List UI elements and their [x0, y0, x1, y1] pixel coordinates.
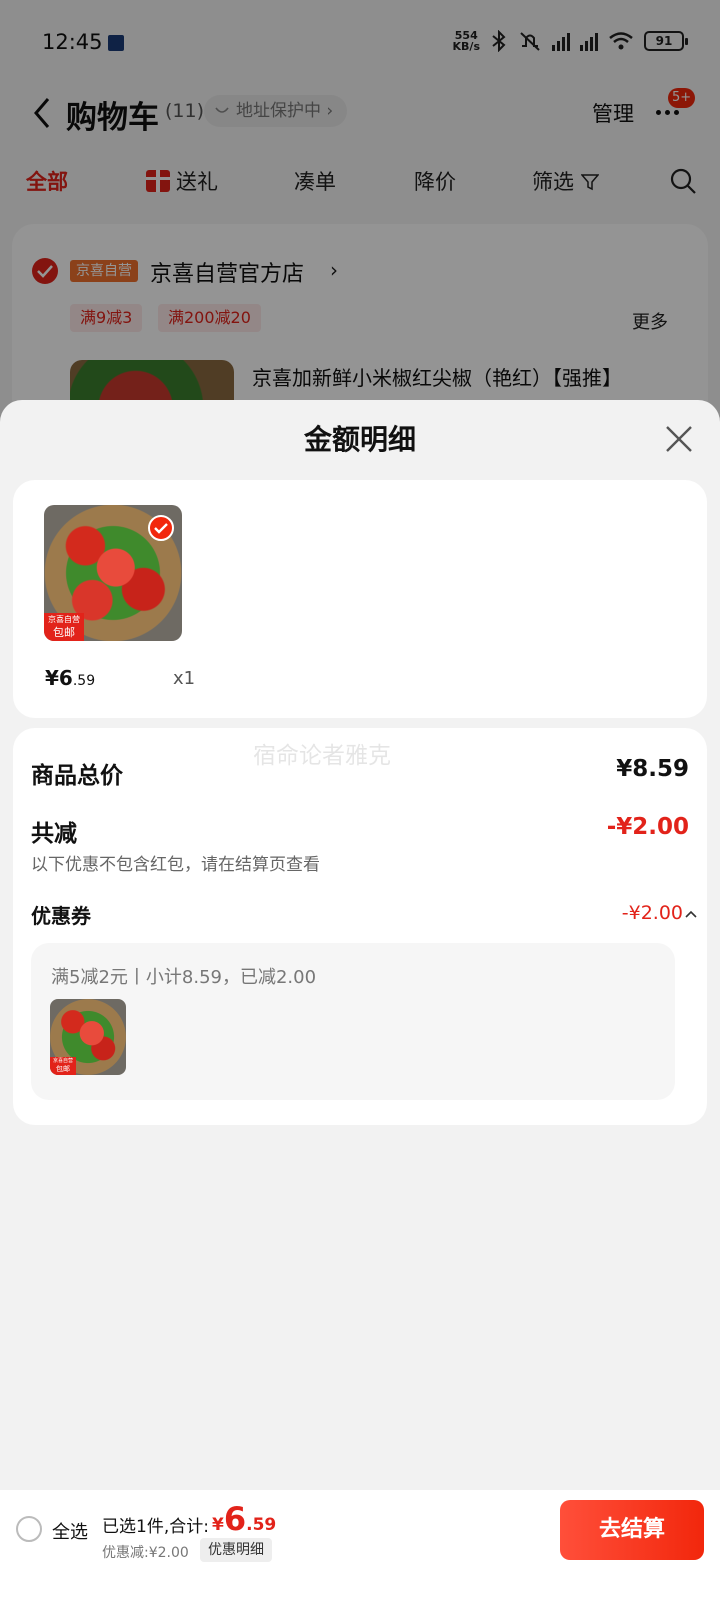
reduction-note: 以下优惠不包含红包，请在结算页查看: [31, 855, 320, 875]
total-int: 6: [223, 1500, 247, 1538]
coupon-item-thumbnail: 京喜自营 包邮: [50, 999, 126, 1075]
coupon-value[interactable]: -¥2.00: [622, 902, 683, 924]
coupon-description: 满5减2元丨小计8.59，已减2.00: [51, 967, 317, 988]
close-icon[interactable]: [664, 424, 694, 454]
item-quantity: x1: [173, 668, 196, 689]
select-all-checkbox[interactable]: [16, 1516, 42, 1542]
item-price: ¥6.59: [45, 666, 95, 690]
item-price-dec: .59: [72, 673, 96, 689]
coupon-label: 优惠券: [31, 904, 91, 928]
total-amount: ¥6.59: [212, 1500, 276, 1538]
checkout-button[interactable]: 去结算: [560, 1500, 704, 1560]
checkout-bar: 全选 已选1件,合计: ¥6.59 优惠减:¥2.00 优惠明细 去结算: [0, 1490, 720, 1600]
badge-line-2: 包邮: [56, 1065, 70, 1073]
select-all-label[interactable]: 全选: [52, 1518, 88, 1544]
amount-detail-sheet: 金额明细 京喜自营 包邮 ¥6.59 x1 宿命论者雅克 商品总价 ¥8.59 …: [0, 400, 720, 1600]
item-thumbnail[interactable]: 京喜自营 包邮: [44, 505, 182, 641]
badge-line-1: 京喜自营: [48, 615, 80, 624]
selection-summary: 已选1件,合计:: [102, 1517, 209, 1537]
badge-line-1: 京喜自营: [52, 1058, 73, 1064]
chevron-up-icon[interactable]: [685, 910, 697, 918]
discount-amount: 优惠减:¥2.00: [102, 1545, 189, 1561]
total-currency: ¥: [212, 1515, 224, 1535]
amount-breakdown-card: 宿命论者雅克 商品总价 ¥8.59 共减 -¥2.00 以下优惠不包含红包，请在…: [13, 728, 707, 1125]
selected-items-card: 京喜自营 包邮 ¥6.59 x1: [13, 480, 707, 718]
sheet-title: 金额明细: [303, 423, 416, 456]
total-price-label: 商品总价: [31, 763, 123, 789]
total-price-value: ¥8.59: [616, 756, 689, 782]
item-price-int: ¥6: [45, 666, 73, 690]
free-shipping-badge: 京喜自营 包邮: [50, 1057, 76, 1075]
free-shipping-badge: 京喜自营 包邮: [44, 613, 84, 641]
total-dec: .59: [246, 1515, 277, 1535]
badge-line-2: 包邮: [53, 626, 75, 639]
total-reduction-label: 共减: [31, 821, 77, 847]
watermark: 宿命论者雅克: [253, 743, 391, 769]
item-selected-check: [148, 515, 174, 541]
discount-detail-button[interactable]: 优惠明细: [200, 1538, 272, 1562]
coupon-detail-box: 满5减2元丨小计8.59，已减2.00 京喜自营 包邮: [31, 943, 675, 1100]
total-reduction-value: -¥2.00: [606, 814, 689, 840]
